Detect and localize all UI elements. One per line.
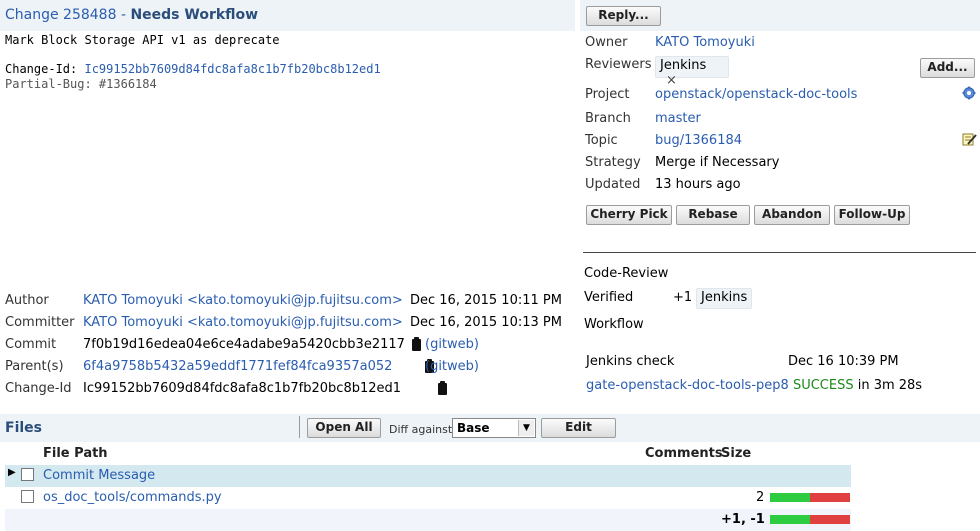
project-value[interactable]: openstack/openstack-doc-tools (655, 87, 857, 102)
committer-date: Dec 16, 2015 10:13 PM (410, 315, 562, 330)
ci-name: Jenkins check (586, 354, 675, 369)
strategy-value: Merge if Necessary (655, 155, 780, 170)
reviewer-name: Jenkins (660, 58, 707, 73)
remove-reviewer-icon[interactable]: × (666, 73, 677, 88)
total-deleted-bar (810, 515, 850, 524)
edit-button[interactable]: Edit (541, 418, 616, 438)
reviewer-chip: Jenkins × (655, 56, 729, 88)
change-number[interactable]: Change 258488 (5, 7, 117, 23)
diff-against-select[interactable]: Base ▼ (452, 418, 536, 438)
parent-gitweb-link[interactable]: (gitweb) (425, 359, 479, 374)
author-value[interactable]: KATO Tomoyuki <kato.tomoyuki@jp.fujitsu.… (83, 293, 403, 308)
project-label: Project (585, 87, 630, 102)
follow-up-button[interactable]: Follow-Up (834, 205, 910, 225)
col-comments: Comments (645, 446, 723, 461)
diff-against-label: Diff against: (389, 423, 456, 436)
commit-subject: Mark Block Storage API v1 as deprecate (5, 33, 280, 47)
row2-checkbox[interactable] (21, 490, 34, 503)
add-reviewer-button[interactable]: Add... (920, 58, 975, 78)
title-separator: - (116, 7, 131, 23)
committer-value[interactable]: KATO Tomoyuki <kato.tomoyuki@jp.fujitsu.… (83, 315, 403, 330)
diff-against-value: Base (457, 421, 490, 435)
changeid-value: Ic99152bb7609d84fdc8afa8c1b7fb20bc8b12ed… (83, 381, 402, 396)
updated-label: Updated (585, 177, 641, 192)
ci-duration: in 3m 28s (857, 378, 923, 393)
parent-value[interactable]: 6f4a9758b5432a59eddf1771fef84fca9357a052 (83, 359, 392, 374)
commit-value: 7f0b19d16edea04e6ce4adabe9a5420cbb3e2117 (83, 337, 405, 352)
commit-label: Commit (5, 337, 57, 352)
total-added-bar (770, 515, 810, 524)
partial-bug: Partial-Bug: #1366184 (5, 77, 157, 91)
change-id-label: Change-Id: (5, 62, 85, 76)
col-file-path: File Path (43, 446, 108, 461)
copy-commit-icon[interactable] (412, 337, 421, 351)
changeid-label: Change-Id (5, 381, 72, 396)
cherry-pick-button[interactable]: Cherry Pick (586, 205, 672, 225)
owner-value[interactable]: KATO Tomoyuki (655, 35, 755, 50)
ci-date: Dec 16 10:39 PM (788, 354, 899, 369)
strategy-label: Strategy (585, 155, 641, 170)
topic-label: Topic (585, 133, 618, 148)
copy-changeid-icon[interactable] (438, 381, 448, 395)
change-id-link[interactable]: Ic99152bb7609d84fdc8afa8c1b7fb20bc8b12ed… (84, 62, 380, 76)
updated-value: 13 hours ago (655, 177, 741, 192)
row1-checkbox[interactable] (21, 468, 34, 481)
verified-label: Verified (584, 290, 634, 305)
branch-value[interactable]: master (655, 111, 701, 126)
open-all-button[interactable]: Open All (307, 418, 381, 438)
dropdown-arrow-icon: ▼ (518, 420, 534, 436)
edit-topic-icon[interactable] (962, 132, 977, 147)
commit-gitweb-link[interactable]: (gitweb) (425, 337, 479, 352)
file-commands-py[interactable]: os_doc_tools/commands.py (43, 490, 222, 505)
parent-label: Parent(s) (5, 359, 64, 374)
col-size: Size (721, 446, 752, 461)
info-divider (583, 252, 976, 253)
ci-result-line: gate-openstack-doc-tools-pep8 SUCCESS in… (586, 378, 922, 393)
verified-by-chip[interactable]: Jenkins (696, 288, 753, 309)
ci-result: SUCCESS (792, 378, 854, 393)
author-date: Dec 16, 2015 10:11 PM (410, 293, 562, 308)
file-commit-message[interactable]: Commit Message (43, 468, 155, 483)
commit-change-id: Change-Id: Ic99152bb7609d84fdc8afa8c1b7f… (5, 62, 381, 76)
owner-label: Owner (585, 35, 628, 50)
added-bar (770, 493, 810, 502)
topic-value[interactable]: bug/1366184 (655, 133, 742, 148)
code-review-label: Code-Review (584, 266, 669, 281)
reviewers-label: Reviewers (585, 57, 652, 72)
rebase-button[interactable]: Rebase (676, 205, 750, 225)
files-title: Files (5, 420, 42, 436)
branch-label: Branch (585, 111, 631, 126)
committer-label: Committer (5, 315, 75, 330)
change-status: Needs Workflow (130, 7, 259, 23)
deleted-bar (810, 493, 850, 502)
ci-job-link[interactable]: gate-openstack-doc-tools-pep8 (586, 378, 789, 393)
toolbar-separator (299, 416, 300, 438)
gear-icon[interactable] (962, 86, 976, 100)
workflow-label: Workflow (584, 317, 644, 332)
expand-arrow-icon[interactable]: ▶ (8, 467, 16, 478)
verified-score: +1 (673, 290, 693, 305)
abandon-button[interactable]: Abandon (754, 205, 830, 225)
reply-button[interactable]: Reply... (586, 6, 661, 26)
total-delta: +1, -1 (721, 512, 765, 527)
file-size-value: 2 (756, 490, 765, 505)
change-title: Change 258488 - Needs Workflow (5, 7, 258, 23)
author-label: Author (5, 293, 49, 308)
